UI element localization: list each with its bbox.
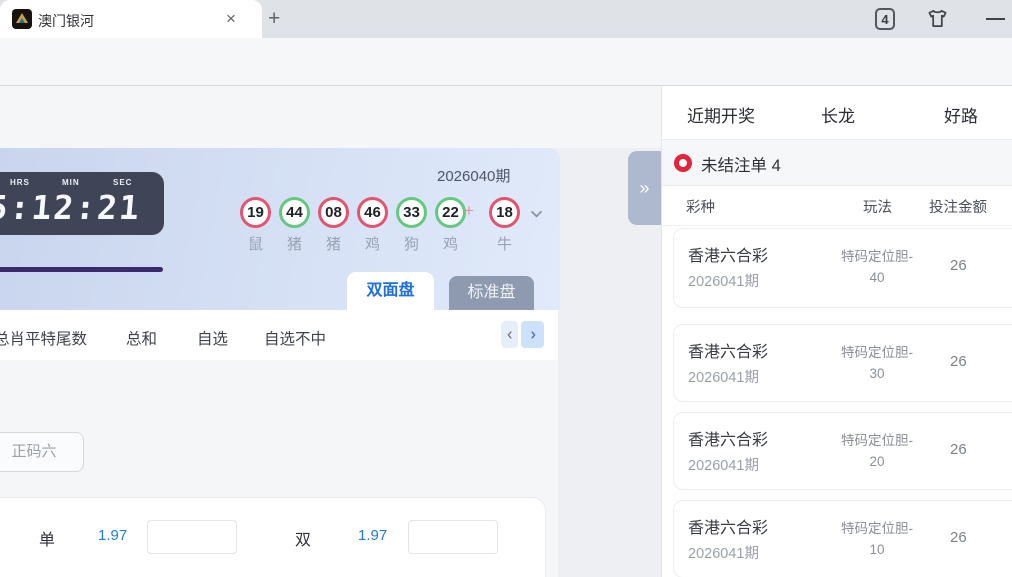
browser-tab[interactable]: 澳门银河 × bbox=[0, 0, 262, 38]
new-tab-icon[interactable]: + bbox=[268, 7, 280, 31]
draw-ball: 44 bbox=[279, 197, 310, 228]
order-row[interactable]: 香港六合彩 2026041期 特码定位胆-40 26 bbox=[673, 228, 1012, 308]
plus-separator: + bbox=[464, 201, 474, 221]
timer-hrs-label: HRS bbox=[10, 178, 30, 187]
order-lottery: 香港六合彩 bbox=[688, 514, 768, 538]
right-side-panel: 近期开奖 长龙 好路 未结注单 4 彩种 玩法 投注金额 香港六合彩 20260… bbox=[661, 86, 1012, 577]
zodiac-label: 鸡 bbox=[357, 233, 388, 254]
nav-item-zongxiao[interactable]: 总肖平特尾数 bbox=[0, 327, 87, 349]
zodiac-label: 牛 bbox=[489, 233, 520, 254]
account-header: ocp1528agent867723685 余额 ¥ 0.765 bbox=[0, 86, 661, 148]
zodiac-label: 猪 bbox=[279, 233, 310, 254]
panel-collapse-handle[interactable]: » bbox=[628, 151, 661, 225]
expand-results-chevron-icon[interactable] bbox=[528, 205, 545, 227]
draw-ball: 46 bbox=[357, 197, 388, 228]
betting-area: 正码六 单 1.97 双 1.97 bbox=[0, 360, 558, 577]
countdown-timer: HRS MIN SEC 05:12:21 bbox=[0, 172, 164, 235]
zodiac-label: 猪 bbox=[318, 233, 349, 254]
bet-option-odd-label[interactable]: 单 bbox=[39, 526, 55, 550]
panel-tab-good-road[interactable]: 好路 bbox=[944, 102, 978, 127]
column-bet-amount: 投注金额 bbox=[929, 196, 987, 217]
order-play-type: 特码定位胆-30 bbox=[824, 342, 930, 384]
panel-tab-recent-draws[interactable]: 近期开奖 bbox=[687, 102, 755, 127]
unsettled-orders-text: 未结注单 4 bbox=[701, 152, 781, 176]
bet-amount-input-even[interactable] bbox=[408, 520, 498, 554]
unsettled-orders-bar[interactable]: 未结注单 4 bbox=[662, 140, 1012, 186]
zodiac-label: 鸡 bbox=[435, 233, 466, 254]
tab-standard-board[interactable]: 标准盘 bbox=[449, 276, 534, 310]
tab-double-side-board[interactable]: 双面盘 bbox=[347, 272, 434, 310]
countdown-progress-bar bbox=[0, 267, 163, 272]
window-minimize-button[interactable] bbox=[986, 18, 1005, 20]
panel-tab-long-dragon[interactable]: 长龙 bbox=[821, 102, 855, 127]
order-row[interactable]: 香港六合彩 2026041期 特码定位胆-30 26 bbox=[673, 324, 1012, 402]
order-play-type: 特码定位胆-20 bbox=[824, 430, 930, 472]
site-favicon bbox=[12, 9, 32, 29]
tshirt-icon[interactable] bbox=[926, 7, 949, 35]
play-type-nav: 总肖平特尾数 总和 自选 自选不中 bbox=[0, 310, 558, 360]
bet-option-odd-odds: 1.97 bbox=[98, 527, 127, 544]
timer-sec-label: SEC bbox=[113, 178, 132, 187]
order-lottery: 香港六合彩 bbox=[688, 426, 768, 450]
order-lottery: 香港六合彩 bbox=[688, 338, 768, 362]
bet-option-even-label[interactable]: 双 bbox=[295, 526, 311, 550]
order-play-type: 特码定位胆-40 bbox=[824, 246, 930, 288]
draw-hero-section: HRS MIN SEC 05:12:21 2026040期 19 44 08 4… bbox=[0, 148, 560, 310]
draw-period: 2026040期 bbox=[437, 165, 510, 186]
nav-item-zixuan-buzhong[interactable]: 自选不中 bbox=[264, 327, 326, 349]
nav-item-zixuan[interactable]: 自选 bbox=[197, 327, 228, 349]
draw-ball: 22 bbox=[435, 197, 466, 228]
nav-next-chevron[interactable] bbox=[521, 321, 544, 348]
order-amount: 26 bbox=[950, 257, 967, 274]
tab-title: 澳门银河 bbox=[38, 11, 94, 31]
order-amount: 26 bbox=[950, 529, 967, 546]
draw-ball: 33 bbox=[396, 197, 427, 228]
tab-close-icon[interactable]: × bbox=[226, 9, 236, 29]
order-period: 2026041期 bbox=[688, 366, 759, 387]
category-button-zhengmaliu[interactable]: 正码六 bbox=[0, 432, 84, 472]
column-lottery: 彩种 bbox=[686, 196, 715, 217]
draw-ball: 08 bbox=[318, 197, 349, 228]
zodiac-label: 狗 bbox=[396, 233, 427, 254]
order-row[interactable]: 香港六合彩 2026041期 特码定位胆-20 26 bbox=[673, 412, 1012, 490]
bet-option-even-odds: 1.97 bbox=[358, 527, 387, 544]
order-amount: 26 bbox=[950, 353, 967, 370]
order-play-type: 特码定位胆-10 bbox=[824, 518, 930, 560]
nav-item-zonghe[interactable]: 总和 bbox=[126, 327, 157, 349]
order-row[interactable]: 香港六合彩 2026041期 特码定位胆-10 26 bbox=[673, 500, 1012, 577]
column-play-type: 玩法 bbox=[863, 196, 892, 217]
timer-value: 05:12:21 bbox=[0, 188, 164, 227]
bet-amount-input-odd[interactable] bbox=[147, 520, 237, 554]
nav-prev-chevron[interactable] bbox=[501, 321, 518, 348]
orders-table-header: 彩种 玩法 投注金额 bbox=[662, 186, 1012, 226]
browser-tab-bar: 澳门银河 × + 4 bbox=[0, 0, 1012, 38]
record-dot-icon bbox=[674, 154, 692, 172]
betting-card: 单 1.97 双 1.97 bbox=[0, 497, 546, 577]
special-draw-ball: 18 bbox=[489, 197, 520, 228]
timer-min-label: MIN bbox=[62, 178, 80, 187]
order-period: 2026041期 bbox=[688, 270, 759, 291]
order-period: 2026041期 bbox=[688, 454, 759, 475]
draw-ball: 19 bbox=[240, 197, 271, 228]
browser-toolbar bbox=[0, 38, 1012, 86]
tab-count-badge[interactable]: 4 bbox=[875, 8, 895, 30]
panel-tabs-row: 近期开奖 长龙 好路 bbox=[662, 86, 1012, 140]
zodiac-label: 鼠 bbox=[240, 233, 271, 254]
order-lottery: 香港六合彩 bbox=[688, 242, 768, 266]
double-chevron-icon: » bbox=[639, 178, 649, 199]
order-amount: 26 bbox=[950, 441, 967, 458]
order-period: 2026041期 bbox=[688, 542, 759, 563]
